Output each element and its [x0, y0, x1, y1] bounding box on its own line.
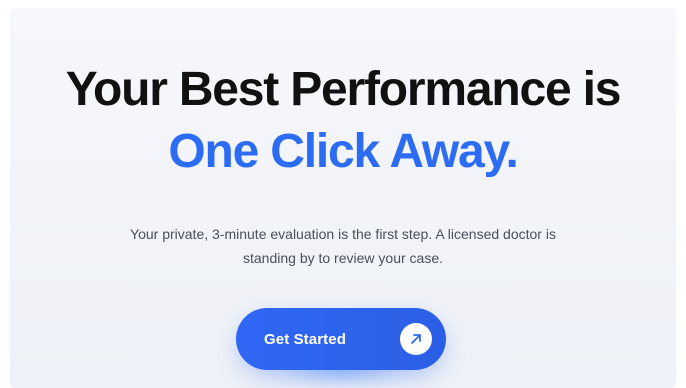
hero-headline: Your Best Performance is One Click Away. [10, 66, 676, 176]
headline-line-1: Your Best Performance is [65, 63, 622, 116]
arrow-up-right-icon [400, 323, 432, 355]
headline-line-2: One Click Away. [168, 125, 518, 178]
get-started-label: Get Started [264, 330, 346, 348]
hero-section: Your Best Performance is One Click Away.… [10, 8, 676, 388]
cta-wrapper: Get Started [236, 308, 446, 386]
arrow-up-right-icon-svg [411, 334, 421, 344]
hero-subcopy: Your private, 3-minute evaluation is the… [130, 226, 556, 266]
get-started-button[interactable]: Get Started [236, 308, 446, 370]
